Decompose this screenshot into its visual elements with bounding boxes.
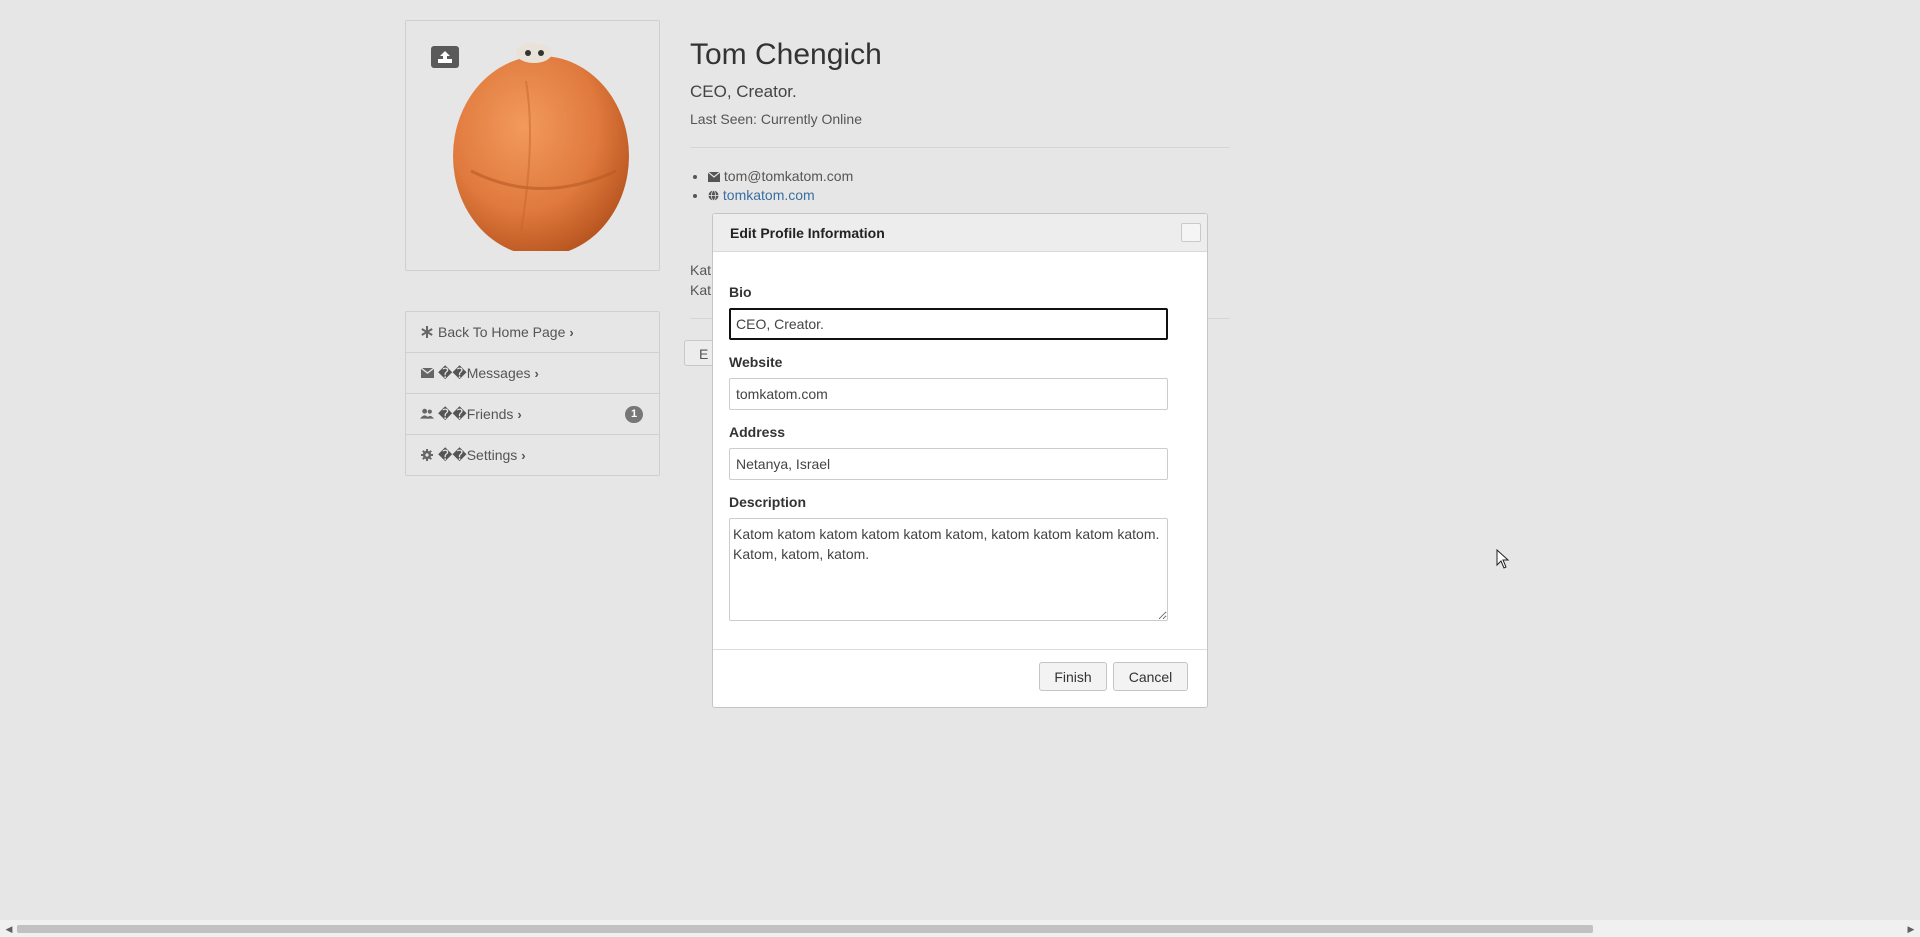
description-textarea[interactable]: Katom katom katom katom katom katom, kat… bbox=[729, 518, 1168, 621]
globe-icon bbox=[708, 190, 719, 201]
contact-email: tom@tomkatom.com bbox=[707, 168, 854, 184]
profile-name: Tom Chengich bbox=[690, 38, 882, 71]
envelope-icon bbox=[707, 171, 721, 182]
chevron-right-icon: › bbox=[521, 447, 526, 463]
cancel-button[interactable]: Cancel bbox=[1113, 662, 1188, 691]
bio-input[interactable] bbox=[729, 308, 1168, 340]
last-seen-status: Last Seen: Currently Online bbox=[690, 111, 862, 127]
sidebar-menu: Back To Home Page › ��Messages › ��Frien… bbox=[405, 311, 660, 476]
profile-page: Back To Home Page › ��Messages › ��Frien… bbox=[0, 0, 1920, 937]
avatar bbox=[453, 43, 629, 251]
bio-label: Bio bbox=[729, 284, 752, 300]
contact-website: tomkatom.com bbox=[708, 187, 853, 203]
edit-profile-modal: Edit Profile Information Bio Website Add… bbox=[712, 213, 1208, 708]
address-label: Address bbox=[729, 424, 786, 440]
sidebar-item-label: ��Settings bbox=[438, 446, 518, 463]
close-button[interactable] bbox=[1181, 223, 1201, 242]
scroll-left-arrow-icon[interactable]: ◀ bbox=[3, 923, 15, 935]
sidebar-item-settings[interactable]: ��Settings › bbox=[406, 435, 659, 475]
envelope-icon bbox=[420, 366, 434, 380]
website-label: Website bbox=[729, 354, 783, 370]
gear-icon bbox=[420, 448, 434, 462]
scrollbar-thumb[interactable] bbox=[17, 925, 1593, 933]
website-link[interactable]: tomkatom.com bbox=[723, 187, 815, 203]
chevron-right-icon: › bbox=[534, 365, 539, 381]
modal-header: Edit Profile Information bbox=[713, 214, 1207, 252]
profile-bio: CEO, Creator. bbox=[690, 82, 797, 101]
mouse-cursor-icon bbox=[1496, 549, 1510, 569]
modal-title: Edit Profile Information bbox=[730, 224, 885, 241]
friends-count-badge: 1 bbox=[625, 406, 643, 423]
sidebar-item-label: ��Friends bbox=[438, 405, 514, 422]
address-input[interactable] bbox=[729, 448, 1168, 480]
description-line: Kat bbox=[690, 282, 712, 298]
website-input[interactable] bbox=[729, 378, 1168, 410]
avatar-card bbox=[405, 20, 660, 271]
sidebar-item-friends[interactable]: ��Friends › 1 bbox=[406, 394, 659, 435]
sidebar-item-label: Back To Home Page bbox=[438, 324, 566, 340]
sidebar-item-home[interactable]: Back To Home Page › bbox=[406, 312, 659, 353]
horizontal-scrollbar[interactable]: ◀ ▶ bbox=[0, 920, 1920, 937]
scroll-right-arrow-icon[interactable]: ▶ bbox=[1905, 923, 1917, 935]
finish-button[interactable]: Finish bbox=[1039, 662, 1107, 691]
sidebar-item-label: ��Messages bbox=[438, 364, 531, 381]
description-line: Kat bbox=[690, 262, 712, 278]
contact-list: tom@tomkatom.com tomkatom.com bbox=[707, 168, 854, 206]
email-text: tom@tomkatom.com bbox=[723, 168, 854, 184]
users-icon bbox=[420, 407, 434, 421]
description-label: Description bbox=[729, 494, 807, 510]
profile-description: Kat Kat bbox=[690, 260, 711, 300]
chevron-right-icon: › bbox=[569, 324, 574, 340]
divider bbox=[690, 147, 1230, 148]
sidebar-item-messages[interactable]: ��Messages › bbox=[406, 353, 659, 394]
chevron-right-icon: › bbox=[517, 406, 522, 422]
asterisk-icon bbox=[420, 325, 434, 339]
modal-footer-divider bbox=[713, 649, 1207, 650]
